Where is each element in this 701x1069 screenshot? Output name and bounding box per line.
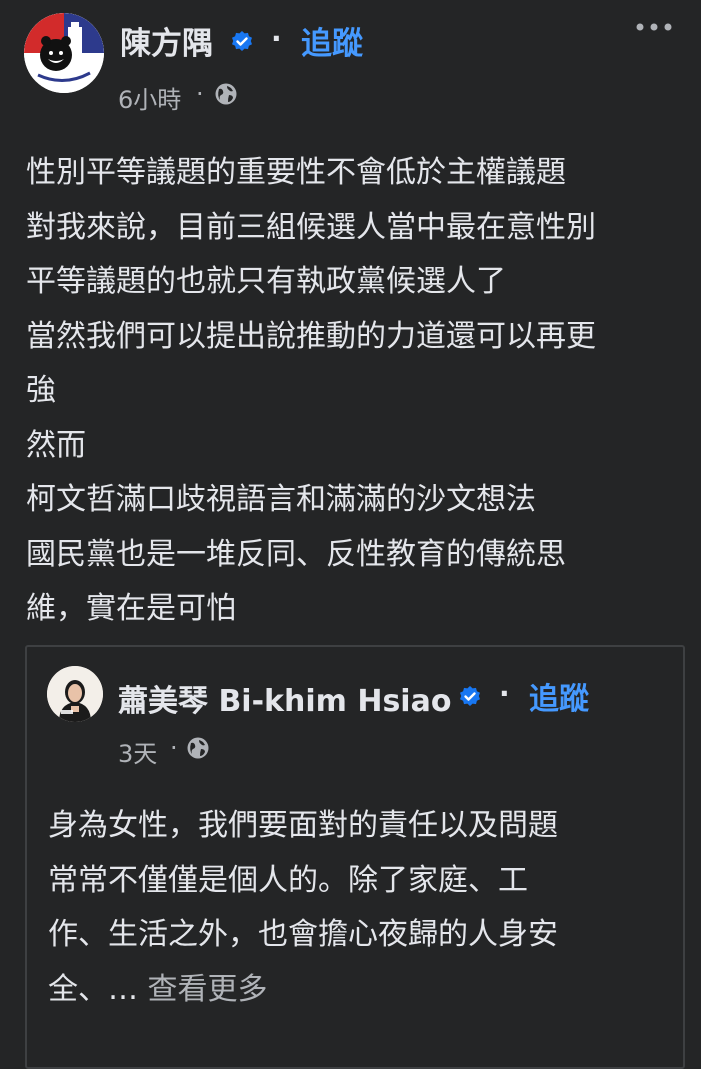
author-name[interactable]: 陳方隅: [120, 18, 213, 63]
shared-post-body: 身為女性，我們要面對的責任以及問題 常常不僅僅是個人的。除了家庭、工 作、生活之…: [48, 799, 668, 1017]
post-line: 強: [26, 373, 56, 408]
shared-separator-dot: ·: [499, 677, 510, 710]
post-line: 性別平等議題的重要性不會低於主權議題: [26, 155, 566, 190]
more-options-icon[interactable]: [632, 16, 676, 38]
shared-follow-button[interactable]: 追蹤: [529, 674, 589, 718]
shared-author-name[interactable]: 蕭美琴 Bi-khim Hsiao: [118, 676, 451, 720]
post-line: 柯文哲滿口歧視語言和滿滿的沙文想法: [26, 482, 536, 517]
separator-dot: ·: [271, 22, 282, 55]
shared-post-line: 常常不僅僅是個人的。除了家庭、工: [48, 862, 528, 898]
shared-post-last-line: 全、… 查看更多: [48, 963, 668, 1018]
shared-post-line: 作、生活之外，也會擔心夜歸的人身安: [48, 917, 558, 952]
shared-verified-badge-icon: [460, 686, 480, 706]
post-timestamp[interactable]: 6小時: [118, 80, 181, 115]
shared-author-avatar[interactable]: [47, 666, 103, 722]
shared-post-truncated-text: 全、…: [48, 971, 138, 1007]
shared-meta-separator: ·: [170, 734, 178, 762]
shared-post-line: 身為女性，我們要面對的責任以及問題: [48, 808, 558, 843]
post-line: 維，實在是可怕: [26, 591, 236, 626]
verified-badge-icon: [232, 31, 252, 51]
globe-icon: [215, 83, 237, 105]
author-avatar-image: [24, 13, 104, 93]
post-line: 然而: [26, 427, 86, 463]
meta-separator: ·: [196, 80, 204, 108]
post-body: 性別平等議題的重要性不會低於主權議題 對我來說，目前三組候選人當中最在意性別 平…: [26, 146, 691, 637]
post-line: 國民黨也是一堆反同、反性教育的傳統思: [26, 536, 566, 572]
see-more-link[interactable]: 查看更多: [148, 972, 268, 1007]
shared-globe-icon: [187, 737, 209, 759]
shared-author-avatar-image: [47, 666, 103, 722]
author-avatar[interactable]: [24, 13, 104, 93]
follow-button[interactable]: 追蹤: [301, 18, 363, 63]
post-line: 對我來說，目前三組候選人當中最在意性別: [26, 209, 596, 245]
post-line: 當然我們可以提出說推動的力道還可以再更: [26, 318, 596, 354]
post-line: 平等議題的也就只有執政黨候選人了: [26, 264, 506, 299]
shared-post-timestamp[interactable]: 3天: [118, 734, 157, 769]
